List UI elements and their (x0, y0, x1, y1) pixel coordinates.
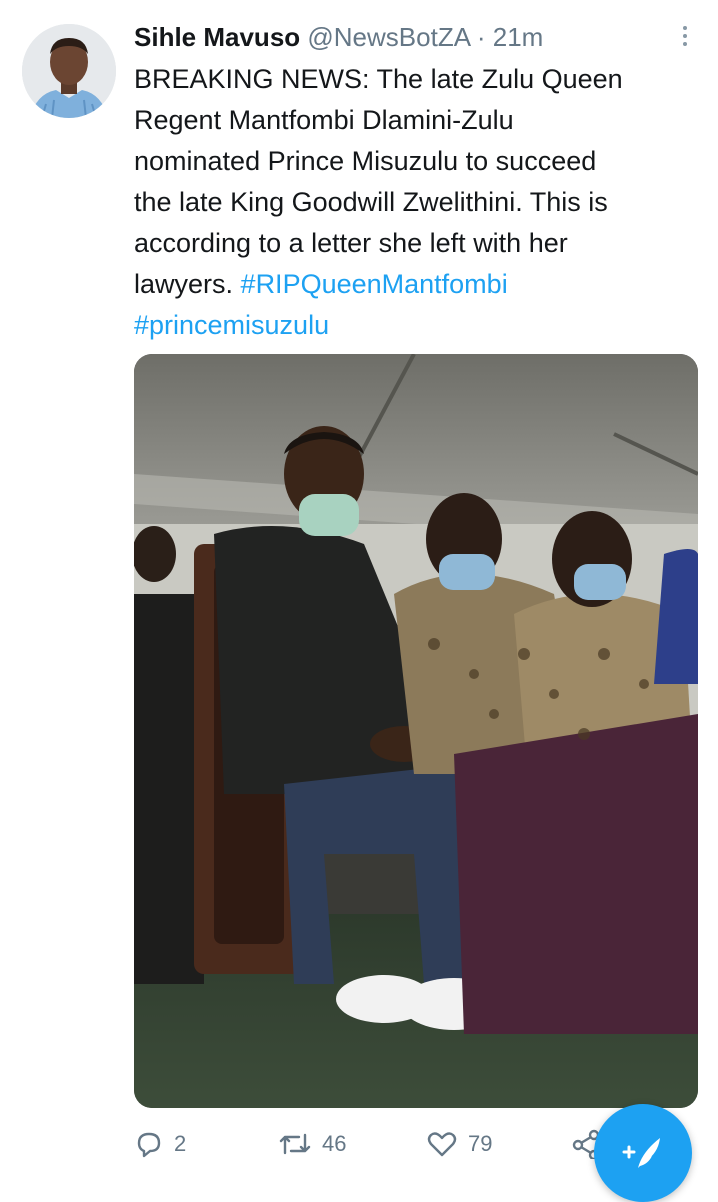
tweet-line: Regent Mantfombi Dlamini-Zulu (134, 105, 514, 135)
more-vertical-icon[interactable] (676, 22, 694, 52)
tweet-line-last: lawyers. #RIPQueenMantfombi (134, 264, 694, 305)
tweet-line: lawyers. (134, 269, 234, 299)
like-count: 79 (468, 1131, 493, 1156)
tweet-line: the late King Goodwill Zwelithini. This … (134, 187, 608, 217)
compose-tweet-icon (622, 1138, 660, 1168)
author-avatar[interactable] (22, 24, 116, 118)
photo-image (134, 354, 698, 1108)
retweet-button[interactable]: 46 (278, 1124, 346, 1164)
heart-icon (427, 1132, 457, 1157)
tweet-time[interactable]: 21m (493, 22, 544, 52)
author-name[interactable]: Sihle Mavuso (134, 22, 300, 52)
retweet-count: 46 (322, 1131, 347, 1156)
tweet-photo[interactable] (134, 354, 698, 1108)
reply-icon (137, 1132, 161, 1158)
tweet-line: according to a letter she left with her (134, 228, 568, 258)
like-button[interactable]: 79 (426, 1124, 492, 1164)
tweet-text: BREAKING NEWS: The late Zulu Queen Regen… (134, 59, 694, 346)
avatar-photo (22, 24, 116, 118)
tweet-header: Sihle Mavuso @NewsBotZA · 21m (134, 20, 658, 54)
hashtag-link[interactable]: #RIPQueenMantfombi (241, 269, 508, 299)
author-handle[interactable]: @NewsBotZA (307, 22, 469, 52)
compose-tweet-button[interactable] (594, 1104, 692, 1202)
separator-dot: · (476, 22, 486, 52)
reply-count: 2 (174, 1131, 187, 1156)
tweet-actions: 2 46 79 (134, 1124, 604, 1164)
hashtag-link[interactable]: #princemisuzulu (134, 310, 329, 340)
tweet-line: BREAKING NEWS: The late Zulu Queen (134, 64, 623, 94)
retweet-icon (279, 1133, 311, 1155)
tweet-line: nominated Prince Misuzulu to succeed (134, 146, 597, 176)
reply-button[interactable]: 2 (134, 1124, 186, 1164)
